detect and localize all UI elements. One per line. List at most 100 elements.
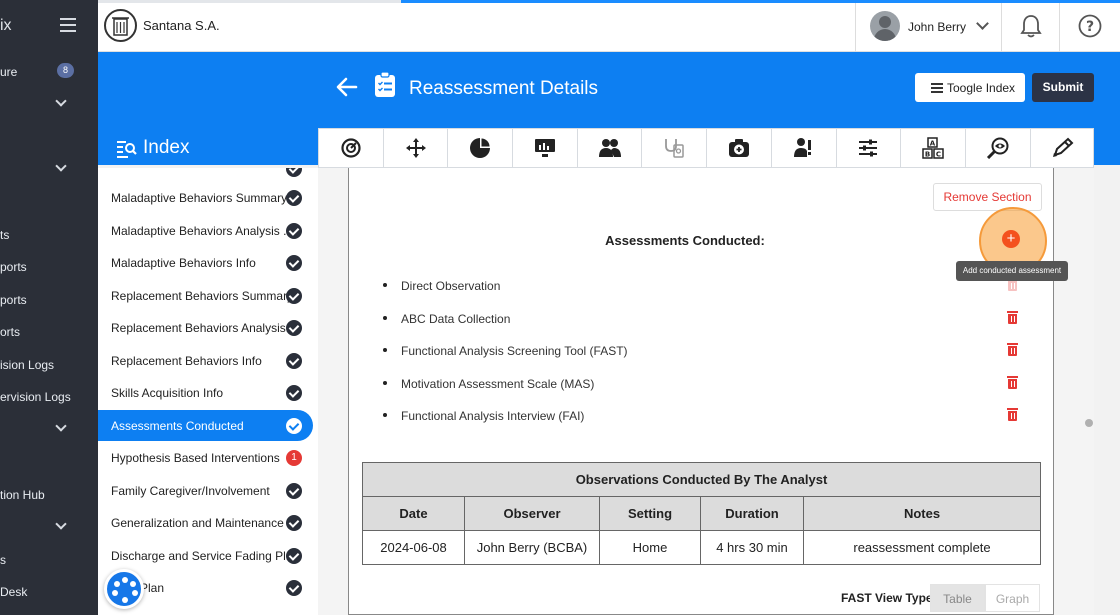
help-button[interactable]: ? xyxy=(1060,0,1120,52)
user-name: John Berry xyxy=(908,20,967,34)
avatar xyxy=(870,11,900,41)
index-item[interactable]: Replacement Behaviors Summary xyxy=(98,280,313,311)
view-graph-option[interactable]: Graph xyxy=(985,584,1040,612)
index-item-label: Skills Acquisition Info xyxy=(111,386,224,400)
pending-badge: 1 xyxy=(286,450,302,466)
sidebar-item[interactable]: tion Hub xyxy=(0,485,98,505)
table-title: Observations Conducted By The Analyst xyxy=(362,462,1041,497)
index-item[interactable]: Maladaptive Behaviors Analysis ... xyxy=(98,215,313,246)
chevron-down-icon[interactable] xyxy=(55,420,67,432)
list-item: Functional Analysis Screening Tool (FAST… xyxy=(383,341,1023,361)
index-item[interactable]: Generalization and Maintenance xyxy=(98,507,313,538)
list-item: ABC Data Collection xyxy=(383,309,1023,329)
notifications-button[interactable] xyxy=(1002,0,1060,52)
accessibility-fab[interactable] xyxy=(104,569,144,609)
index-item-label: Generalization and Maintenance xyxy=(111,516,284,530)
tab-camera[interactable] xyxy=(707,129,772,167)
trash-icon[interactable] xyxy=(1007,408,1018,421)
tab-pen[interactable] xyxy=(1031,129,1096,167)
tab-move[interactable] xyxy=(384,129,449,167)
remove-section-button[interactable]: Remove Section xyxy=(933,183,1042,211)
section-tabs: ABC xyxy=(318,128,1094,168)
index-item-label: Family Caregiver/Involvement xyxy=(111,484,270,498)
index-item[interactable]: Skills Acquisition Info xyxy=(98,377,313,408)
add-assessment-button[interactable]: + xyxy=(1002,230,1020,248)
company-name: Santana S.A. xyxy=(143,18,220,33)
main-sidebar: ix ure 8 ts ports ports orts ision Logs … xyxy=(0,0,98,615)
tab-sliders[interactable] xyxy=(837,129,902,167)
check-circle-icon xyxy=(286,320,302,336)
tab-search-eye[interactable] xyxy=(966,129,1031,167)
sliders-icon xyxy=(859,139,878,157)
observations-table: Observations Conducted By The Analyst Da… xyxy=(362,462,1041,565)
trash-icon[interactable] xyxy=(1007,376,1018,389)
gauge-icon xyxy=(341,138,361,158)
sidebar-item-label: orts xyxy=(0,325,21,339)
tab-user-alert[interactable] xyxy=(772,129,837,167)
check-circle-icon xyxy=(286,580,302,596)
submit-button[interactable]: Submit xyxy=(1032,73,1094,102)
table-cell: 2024-06-08 xyxy=(362,530,465,565)
count-badge: 8 xyxy=(57,63,74,78)
chevron-down-icon[interactable] xyxy=(55,160,67,172)
index-item-active[interactable]: Assessments Conducted xyxy=(98,410,313,441)
index-item-label: Maladaptive Behaviors Summary xyxy=(111,191,288,205)
tab-pie[interactable] xyxy=(448,129,514,167)
index-item[interactable]: Maladaptive Behaviors Info xyxy=(98,247,313,278)
building-icon xyxy=(112,17,129,36)
sidebar-item-label: ure xyxy=(0,65,18,79)
chevron-down-icon[interactable] xyxy=(55,518,67,530)
index-item[interactable]: Discharge and Service Fading Pl... xyxy=(98,540,313,571)
trash-icon[interactable] xyxy=(1007,343,1018,356)
back-arrow-icon[interactable] xyxy=(336,77,358,97)
sidebar-item[interactable]: ports xyxy=(0,257,98,277)
sidebar-item[interactable]: s xyxy=(0,550,98,570)
tab-stethoscope[interactable] xyxy=(643,129,708,167)
table-cell: 4 hrs 30 min xyxy=(700,530,804,565)
sidebar-item[interactable]: ure 8 xyxy=(0,62,98,82)
index-item-label: Assessments Conducted xyxy=(111,419,244,433)
list-item: Direct Observation xyxy=(383,276,1023,296)
toggle-index-button[interactable]: Toogle Index xyxy=(915,73,1025,102)
sidebar-item[interactable]: ts xyxy=(0,225,98,245)
tab-gauge[interactable] xyxy=(319,129,384,167)
sidebar-item[interactable]: Desk xyxy=(0,582,98,602)
index-item[interactable]: Replacement Behaviors Info xyxy=(98,345,313,376)
sidebar-item[interactable]: ports xyxy=(0,290,98,310)
view-table-option[interactable]: Table xyxy=(930,584,985,612)
sidebar-item[interactable]: ision Logs xyxy=(0,355,98,375)
sidebar-item[interactable]: ervision Logs xyxy=(0,387,98,407)
scrollbar-thumb[interactable] xyxy=(1085,419,1093,427)
page-title: Reassessment Details xyxy=(409,78,599,99)
assessment-name: Functional Analysis Interview (FAI) xyxy=(401,409,585,423)
menu-toggle-icon[interactable] xyxy=(60,18,76,32)
check-circle-icon xyxy=(286,418,302,434)
check-circle-icon xyxy=(286,168,302,177)
chevron-down-icon[interactable] xyxy=(55,95,67,107)
pie-icon xyxy=(470,138,491,158)
sidebar-item[interactable]: orts xyxy=(0,322,98,342)
tab-abc[interactable]: ABC xyxy=(901,129,966,167)
check-circle-icon xyxy=(286,483,302,499)
assessment-name: Motivation Assessment Scale (MAS) xyxy=(401,377,595,391)
monitor-chart-icon xyxy=(534,139,555,157)
user-menu[interactable]: John Berry xyxy=(855,0,1002,52)
check-circle-icon xyxy=(286,385,302,401)
svg-text:C: C xyxy=(936,151,941,159)
index-item[interactable]: Hypothesis Based Interventions 1 xyxy=(98,442,313,473)
tab-group[interactable] xyxy=(578,129,643,167)
sidebar-item-label: Desk xyxy=(0,585,28,599)
loading-bar xyxy=(401,0,1120,3)
toggle-index-label: Toogle Index xyxy=(947,81,1016,95)
table-cell: reassessment complete xyxy=(803,530,1041,565)
user-alert-icon xyxy=(793,138,811,157)
bullet xyxy=(383,381,387,385)
tab-monitor[interactable] xyxy=(513,129,578,167)
index-item[interactable]: Replacement Behaviors Analysis... xyxy=(98,312,313,343)
index-item[interactable]: Family Caregiver/Involvement xyxy=(98,475,313,506)
svg-text:B: B xyxy=(925,151,930,159)
column-header: Duration xyxy=(700,496,804,531)
index-item[interactable]: Maladaptive Behaviors Summary xyxy=(98,182,313,213)
trash-icon[interactable] xyxy=(1007,311,1018,324)
list-item: Motivation Assessment Scale (MAS) xyxy=(383,374,1023,394)
